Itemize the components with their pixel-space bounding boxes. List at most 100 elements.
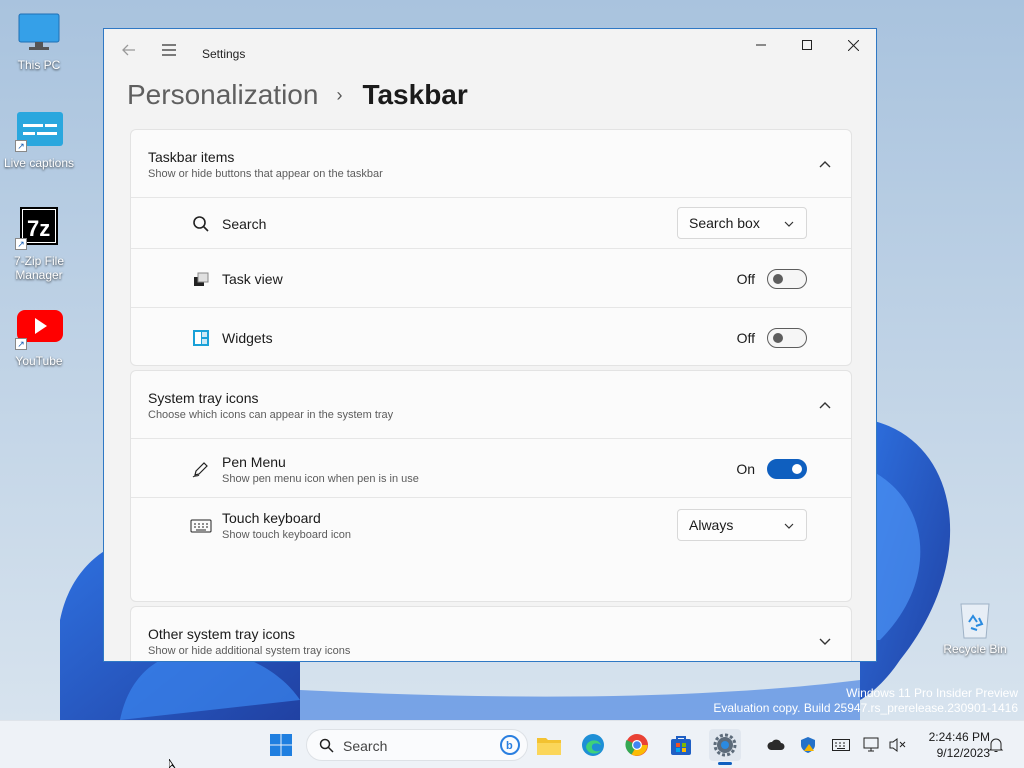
volume-tray-icon[interactable]	[888, 735, 908, 755]
cloud-icon	[767, 739, 785, 750]
toggle-state-text: Off	[736, 271, 755, 287]
taskbar-chrome[interactable]	[621, 729, 653, 761]
hamburger-icon	[162, 44, 176, 56]
breadcrumb-parent[interactable]: Personalization	[127, 79, 318, 111]
setting-label: Search	[222, 216, 267, 232]
dropdown-value: Search box	[689, 215, 760, 231]
pen-menu-setting-row: Pen Menu Show pen menu icon when pen is …	[131, 439, 851, 498]
taskbar-edge[interactable]	[577, 729, 609, 761]
section-subtitle: Show or hide buttons that appear on the …	[148, 168, 383, 180]
desktop-icon-label: This PC	[17, 58, 61, 72]
store-icon	[671, 736, 691, 755]
setting-label: Widgets	[222, 330, 273, 346]
page-title: Taskbar	[362, 79, 468, 110]
network-icon	[863, 737, 879, 752]
edge-icon	[582, 734, 604, 756]
search-placeholder: Search	[343, 738, 388, 754]
chrome-icon	[625, 734, 648, 756]
breadcrumb-separator: ›	[336, 84, 343, 105]
widgets-toggle[interactable]	[767, 328, 807, 348]
setting-description: Show touch keyboard icon	[222, 529, 352, 541]
toggle-state-text: Off	[736, 330, 755, 346]
watermark-line-build: Evaluation copy. Build 25947.rs_prerelea…	[713, 701, 1018, 715]
chevron-down-icon	[784, 221, 794, 227]
system-tray-header[interactable]: System tray icons Choose which icons can…	[131, 371, 851, 439]
desktop-icon-label: YouTube	[15, 354, 63, 368]
svg-text:b: b	[506, 740, 513, 752]
keyboard-icon	[832, 739, 850, 751]
shield-icon	[801, 737, 815, 753]
close-button[interactable]	[830, 29, 876, 61]
nav-menu-button[interactable]	[154, 35, 184, 65]
watermark-line-edition: Windows 11 Pro Insider Preview	[846, 686, 1018, 700]
shortcut-arrow-icon: ↗	[15, 140, 27, 152]
minimize-button[interactable]	[738, 29, 784, 61]
security-tray-icon[interactable]	[798, 735, 818, 755]
search-icon	[193, 216, 209, 232]
shortcut-arrow-icon: ↗	[15, 338, 27, 350]
taskbar-file-explorer[interactable]	[533, 729, 565, 761]
taskbar-store[interactable]	[665, 729, 697, 761]
setting-label: Pen Menu	[222, 454, 286, 470]
chevron-up-icon[interactable]	[817, 156, 833, 172]
search-mode-dropdown[interactable]: Search box	[677, 207, 807, 239]
youtube-icon: ↗	[15, 306, 63, 350]
widgets-icon	[193, 330, 209, 346]
desktop-icon-live-captions[interactable]: ↗ Live captions	[0, 108, 78, 170]
back-button[interactable]	[114, 35, 144, 65]
7zip-icon: 7z ↗	[15, 206, 63, 250]
chevron-up-icon[interactable]	[817, 397, 833, 413]
setting-label: Task view	[222, 271, 283, 287]
taskbar-items-header[interactable]: Taskbar items Show or hide buttons that …	[131, 130, 851, 198]
clock-date: 9/12/2023	[936, 746, 990, 760]
taskbar-settings[interactable]	[709, 729, 741, 765]
folder-icon	[537, 738, 561, 755]
notifications-button[interactable]	[986, 735, 1006, 755]
section-title: Other system tray icons	[148, 626, 296, 642]
start-button[interactable]	[265, 729, 297, 761]
dropdown-value: Always	[689, 517, 734, 533]
onedrive-tray-icon[interactable]	[766, 735, 786, 755]
system-tray-section: System tray icons Choose which icons can…	[130, 370, 852, 602]
clock-time: 2:24:46 PM	[928, 730, 990, 744]
captions-icon: ↗	[15, 108, 63, 152]
settings-window: Settings Personalization › Taskbar Taskb…	[103, 28, 877, 662]
chevron-down-icon[interactable]	[817, 633, 833, 649]
monitor-icon	[15, 10, 63, 54]
desktop-icon-label: 7-Zip File Manager	[13, 254, 64, 282]
minimize-icon	[756, 44, 766, 46]
section-title: Taskbar items	[148, 149, 235, 165]
toggle-state-text: On	[736, 461, 755, 477]
active-app-indicator	[718, 762, 732, 765]
touch-keyboard-dropdown[interactable]: Always	[677, 509, 807, 541]
network-tray-icon[interactable]	[862, 735, 882, 755]
taskbar-items-section: Taskbar items Show or hide buttons that …	[130, 129, 852, 366]
desktop-icon-youtube[interactable]: ↗ YouTube	[0, 306, 78, 368]
pen-menu-toggle[interactable]	[767, 459, 807, 479]
tray-clock[interactable]: 2:24:46 PM 9/12/2023	[908, 729, 990, 761]
desktop-icon-this-pc[interactable]: This PC	[0, 10, 78, 72]
taskbar-search-box[interactable]: Search b	[306, 729, 528, 761]
gear-icon	[713, 733, 737, 757]
recycle-bin-icon	[937, 598, 1013, 642]
shortcut-arrow-icon: ↗	[15, 238, 27, 250]
breadcrumb: Personalization › Taskbar	[127, 77, 468, 113]
desktop-icon-recycle-bin[interactable]: Recycle Bin	[937, 598, 1013, 656]
volume-muted-icon	[889, 738, 906, 752]
maximize-button[interactable]	[784, 29, 830, 61]
touch-keyboard-tray-icon[interactable]	[831, 735, 851, 755]
widgets-setting-row: Widgets Off	[131, 308, 851, 365]
setting-label: Touch keyboard	[222, 510, 321, 526]
task-view-toggle[interactable]	[767, 269, 807, 289]
back-arrow-icon	[122, 44, 135, 56]
search-icon	[319, 738, 334, 753]
other-tray-section[interactable]: Other system tray icons Show or hide add…	[130, 606, 852, 661]
keyboard-icon	[190, 519, 212, 533]
task-view-setting-row: Task view Off	[131, 249, 851, 308]
bell-icon	[988, 738, 1004, 752]
mouse-cursor	[169, 759, 176, 768]
setting-description: Show pen menu icon when pen is in use	[222, 473, 419, 485]
desktop-icon-7zip[interactable]: 7z ↗ 7-Zip File Manager	[0, 206, 78, 282]
bing-chat-icon: b	[500, 735, 520, 755]
desktop-icon-label: Live captions	[3, 156, 75, 170]
